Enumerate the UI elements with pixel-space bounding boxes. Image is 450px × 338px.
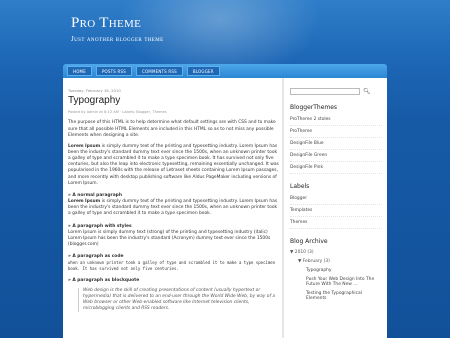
content-wrapper: Tuesday, February 16, 2010 Typography Po… [63, 78, 387, 338]
nav-item-home[interactable]: Home [67, 66, 92, 76]
post-date: Tuesday, February 16, 2010 [68, 88, 121, 93]
column-divider [282, 78, 284, 338]
nav-item-posts-rss[interactable]: Posts RSS [95, 66, 132, 76]
theme-link[interactable]: ProTheme [290, 126, 382, 138]
post-title[interactable]: Typography [68, 94, 280, 108]
theme-link[interactable]: DesignFile Green [290, 150, 382, 162]
lorem-paragraph: Lorem Ipsum is simply dummy text of the … [68, 144, 280, 187]
label-link[interactable]: Themes [290, 217, 382, 229]
themes-heading: BloggerThemes [290, 104, 338, 111]
nav-item-comments-rss[interactable]: Comments RSS [135, 66, 183, 76]
theme-link[interactable]: DesignFile Blue [290, 138, 382, 150]
archive-post-link[interactable]: Testing the Typographical Elements [290, 289, 382, 303]
code-paragraph: when an unknown printer took a galley of… [68, 260, 276, 271]
archive-list: ▼ 2010 (3) ▼ February (3) Typography Pus… [290, 248, 382, 303]
archive-post-link[interactable]: Push Your Web Design Into The Future Wit… [290, 275, 382, 289]
labels-heading: Labels [290, 183, 310, 190]
lorem-body: is simply dummy text of the printing and… [68, 143, 279, 186]
post-intro: The purpose of this HTML is to help dete… [68, 120, 276, 138]
themes-list: ProTheme 2 stoles ProTheme DesignFile Bl… [290, 114, 382, 174]
blockquote: Web design is the skill of creating pres… [78, 287, 280, 313]
normal-title: Lorem Ipsum [68, 199, 101, 205]
archive-heading: Blog Archive [290, 238, 328, 245]
sidebar: 🔍︎ BloggerThemes ProTheme 2 stoles ProTh… [290, 88, 382, 303]
labels-list: Blogger Templates Themes [290, 193, 382, 229]
normal-body: is simply dummy text of the printing and… [68, 199, 278, 217]
heading-blockquote: » A paragraph as blockquote [68, 277, 140, 283]
theme-link[interactable]: ProTheme 2 stoles [290, 114, 382, 126]
search-row: 🔍︎ [290, 88, 382, 95]
site-title[interactable]: Pro Theme [71, 15, 141, 32]
nav-item-blogger[interactable]: Blogger [186, 66, 220, 76]
styles-paragraph: Lorem Ipsum is simply dummy text (strong… [68, 229, 271, 247]
post-meta: Posted by Admin at 8:12 AM · Labels: Blo… [68, 110, 167, 115]
nav-bar: Home Posts RSS Comments RSS Blogger [63, 64, 387, 78]
search-icon[interactable]: 🔍︎ [363, 88, 371, 95]
label-link[interactable]: Templates [290, 205, 382, 217]
label-link[interactable]: Blogger [290, 193, 382, 205]
theme-link[interactable]: DesignFile Pink [290, 162, 382, 174]
archive-post-link[interactable]: Typography [290, 266, 382, 275]
search-input[interactable] [290, 88, 360, 95]
lorem-title: Lorem Ipsum [68, 143, 101, 149]
post: Tuesday, February 16, 2010 Typography Po… [68, 88, 280, 313]
archive-year[interactable]: ▼ 2010 (3) [290, 248, 382, 257]
normal-paragraph: Lorem Ipsum is simply dummy text of the … [68, 199, 280, 217]
site-description: Just another blogger theme [71, 35, 164, 43]
archive-month[interactable]: ▼ February (3) [290, 257, 382, 266]
